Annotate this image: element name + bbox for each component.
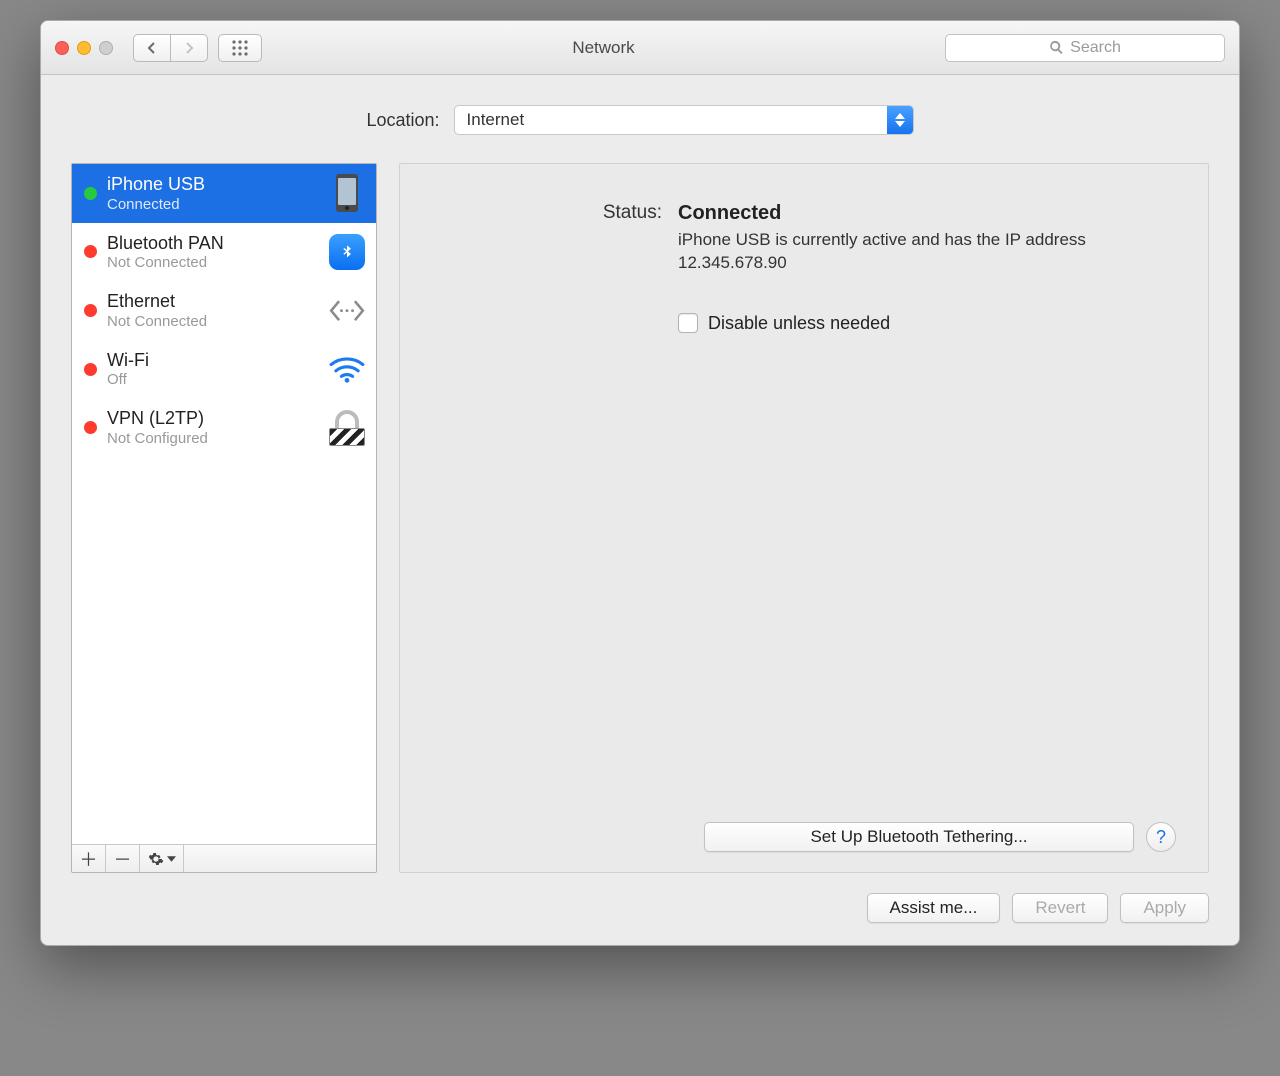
window-body: Location: Internet iPhone USB Connecte xyxy=(41,75,1239,945)
forward-button xyxy=(171,34,208,62)
disable-unless-needed-checkbox[interactable] xyxy=(678,313,698,333)
show-all-button[interactable] xyxy=(218,34,262,62)
status-dot-icon xyxy=(84,421,97,434)
service-name: VPN (L2TP) xyxy=(107,408,318,430)
service-item-iphone-usb[interactable]: iPhone USB Connected xyxy=(72,164,376,223)
status-dot-icon xyxy=(84,187,97,200)
search-placeholder: Search xyxy=(1070,39,1121,57)
status-label: Status: xyxy=(432,202,662,275)
disable-unless-needed-row[interactable]: Disable unless needed xyxy=(678,313,1176,334)
location-label: Location: xyxy=(366,110,439,131)
sidebar-footer: ＋ － xyxy=(72,844,376,872)
status-dot-icon xyxy=(84,304,97,317)
service-item-wifi[interactable]: Wi-Fi Off xyxy=(72,340,376,399)
search-icon xyxy=(1049,40,1064,55)
setup-bluetooth-tethering-button[interactable]: Set Up Bluetooth Tethering... xyxy=(704,822,1134,852)
zoom-button xyxy=(99,41,113,55)
status-description: iPhone USB is currently active and has t… xyxy=(678,229,1176,275)
service-status: Off xyxy=(107,371,318,388)
help-button[interactable]: ? xyxy=(1146,822,1176,852)
service-name: Wi-Fi xyxy=(107,350,318,372)
remove-service-button[interactable]: － xyxy=(106,845,140,872)
window-title: Network xyxy=(272,38,935,58)
service-name: Ethernet xyxy=(107,291,318,313)
service-item-vpn[interactable]: VPN (L2TP) Not Configured xyxy=(72,398,376,457)
iphone-icon xyxy=(328,174,366,212)
add-service-button[interactable]: ＋ xyxy=(72,845,106,872)
minimize-button[interactable] xyxy=(77,41,91,55)
service-actions-menu[interactable] xyxy=(140,845,184,872)
disable-unless-needed-label: Disable unless needed xyxy=(708,313,890,334)
nav-back-forward xyxy=(133,34,208,62)
service-item-bluetooth-pan[interactable]: Bluetooth PAN Not Connected xyxy=(72,223,376,282)
service-sidebar: iPhone USB Connected Bluetooth PAN Not C… xyxy=(71,163,377,873)
revert-button: Revert xyxy=(1012,893,1108,923)
search-field[interactable]: Search xyxy=(945,34,1225,62)
location-select[interactable]: Internet xyxy=(454,105,914,135)
titlebar: Network Search xyxy=(41,21,1239,75)
status-dot-icon xyxy=(84,245,97,258)
select-stepper-icon xyxy=(887,106,913,134)
service-status: Not Connected xyxy=(107,254,318,271)
location-value: Internet xyxy=(455,106,887,134)
bottom-bar: Assist me... Revert Apply xyxy=(71,873,1209,923)
bluetooth-icon xyxy=(328,234,366,270)
service-name: iPhone USB xyxy=(107,174,318,196)
location-row: Location: Internet xyxy=(71,105,1209,135)
vpn-lock-icon xyxy=(328,410,366,446)
assist-me-button[interactable]: Assist me... xyxy=(867,893,1001,923)
wifi-icon xyxy=(328,355,366,384)
service-status: Not Configured xyxy=(107,430,318,447)
service-status: Not Connected xyxy=(107,313,318,330)
service-name: Bluetooth PAN xyxy=(107,233,318,255)
status-dot-icon xyxy=(84,363,97,376)
apply-button: Apply xyxy=(1120,893,1209,923)
status-value: Connected xyxy=(678,202,1176,225)
close-button[interactable] xyxy=(55,41,69,55)
detail-pane: Status: Connected iPhone USB is currentl… xyxy=(399,163,1209,873)
back-button[interactable] xyxy=(133,34,171,62)
network-prefpane-window: Network Search Location: Internet xyxy=(40,20,1240,946)
service-list: iPhone USB Connected Bluetooth PAN Not C… xyxy=(72,164,376,844)
ethernet-icon xyxy=(328,298,366,323)
window-controls xyxy=(55,41,113,55)
service-status: Connected xyxy=(107,196,318,213)
service-item-ethernet[interactable]: Ethernet Not Connected xyxy=(72,281,376,340)
